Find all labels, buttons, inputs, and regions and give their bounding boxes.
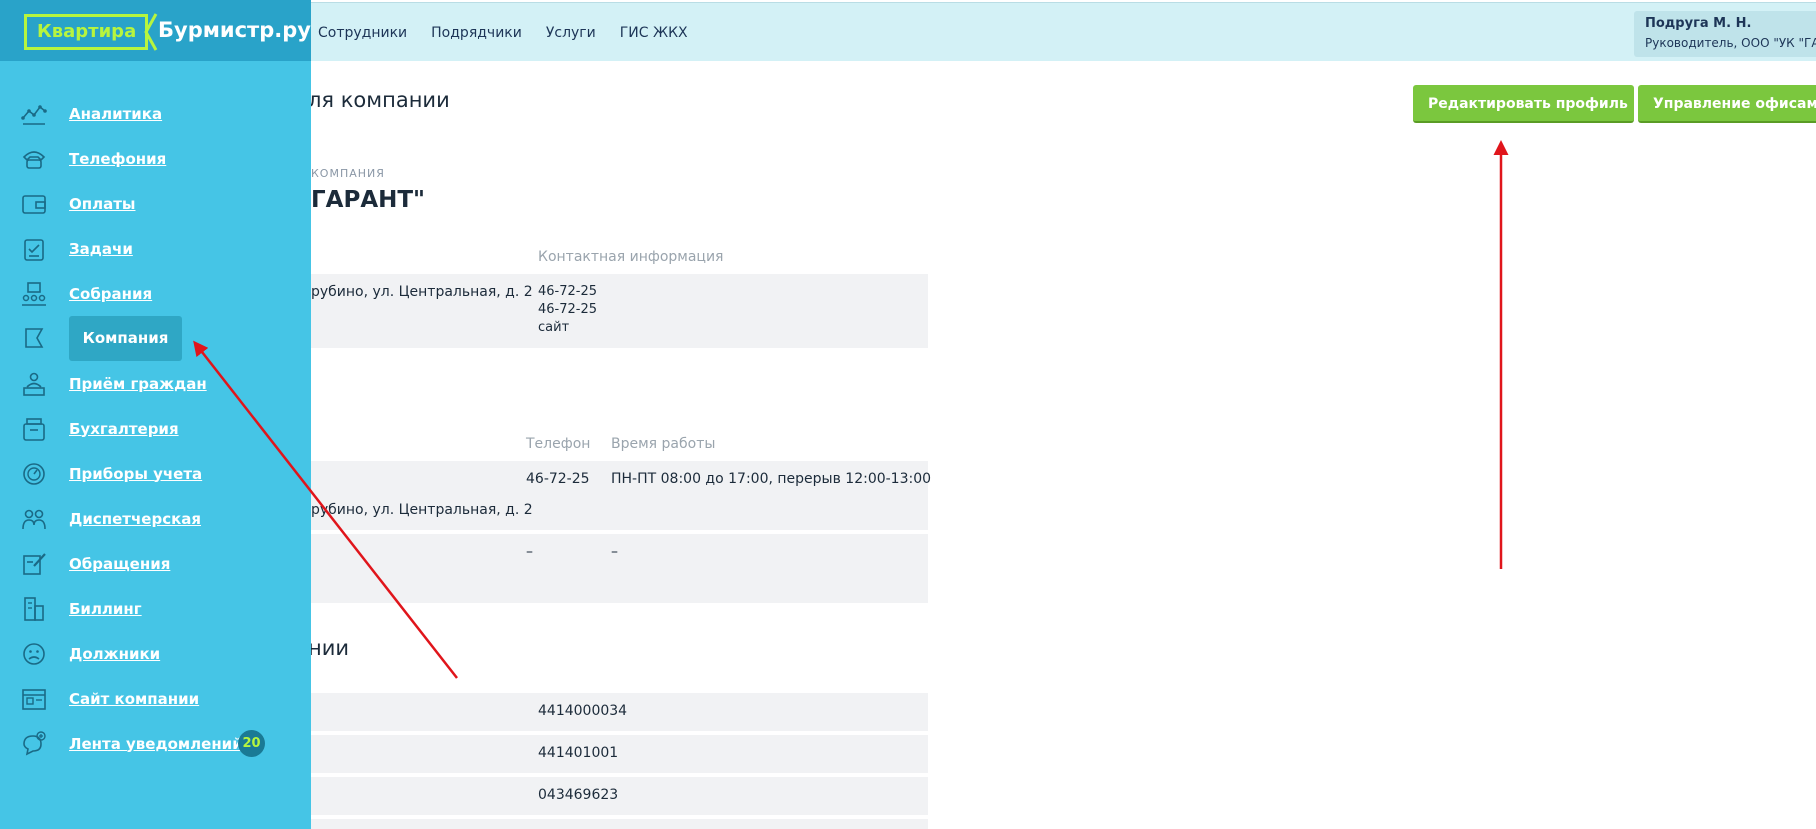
contacts-address: рубино, ул. Центральная, д. 2 xyxy=(311,284,533,300)
sidebar-item-accounting[interactable]: Бухгалтерия xyxy=(0,406,311,451)
offices-phone-header: Телефон xyxy=(526,436,591,452)
sidebar-item-label: Обращения xyxy=(69,554,171,573)
sidebar-item-label: Приборы учета xyxy=(69,464,203,483)
meter-icon xyxy=(23,462,45,485)
sidebar-item-website[interactable]: Сайт компании xyxy=(0,676,311,721)
debtors-icon xyxy=(23,642,45,665)
logo-chevron-icon xyxy=(144,13,158,51)
sidebar-item-label: Биллинг xyxy=(69,599,142,618)
manage-offices-button[interactable]: Управление офисами xyxy=(1638,85,1816,123)
sidebar-item-meetings[interactable]: Собрания xyxy=(0,271,311,316)
company-name: ГАРАНТ" xyxy=(311,187,426,213)
sidebar-item-label: Собрания xyxy=(69,284,153,303)
sidebar-item-label: Диспетчерская xyxy=(69,509,202,528)
page-title: ля компании xyxy=(308,88,450,112)
edit-profile-button[interactable]: Редактировать профиль xyxy=(1413,85,1634,123)
sidebar-item-label: Задачи xyxy=(69,239,133,258)
contacts-column-header: Контактная информация xyxy=(538,249,724,265)
contacts-phone-1: 46-72-25 xyxy=(538,284,598,299)
sidebar-item-label: Бухгалтерия xyxy=(69,419,179,438)
sidebar-item-payments[interactable]: Оплаты xyxy=(0,181,311,226)
sidebar-item-label: Компания xyxy=(69,316,182,361)
topnav-gis[interactable]: ГИС ЖКХ xyxy=(620,25,688,41)
website-icon xyxy=(22,688,46,710)
notification-count-badge: 20 xyxy=(238,730,265,757)
company-label: КОМПАНИЯ xyxy=(311,167,385,180)
logo[interactable]: Квартира Бурмистр.ру xyxy=(0,0,311,61)
sidebar-item-label: Оплаты xyxy=(69,194,136,213)
offices-hours-header: Время работы xyxy=(611,436,716,452)
sidebar-item-analytics[interactable]: Аналитика xyxy=(0,91,311,136)
billing-icon xyxy=(24,596,44,621)
sidebar-item-label: Должники xyxy=(69,644,161,663)
sidebar-item-reception[interactable]: Приём граждан xyxy=(0,361,311,406)
phone-icon xyxy=(22,150,46,169)
user-role: Руководитель, ООО "УК "ГАРАНТ" xyxy=(1645,36,1816,50)
notifications-icon xyxy=(23,730,46,755)
sidebar-item-label: Телефония xyxy=(69,149,167,168)
requisite-value: 043469623 xyxy=(538,787,619,803)
logo-text: Бурмистр.ру xyxy=(158,18,311,42)
requests-icon xyxy=(23,552,46,575)
dispatch-icon xyxy=(22,509,46,529)
sidebar-item-tasks[interactable]: Задачи xyxy=(0,226,311,271)
logo-badge: Квартира xyxy=(24,14,148,50)
user-menu[interactable]: Подруга М. Н. Руководитель, ООО "УК "ГАР… xyxy=(1634,11,1816,57)
sidebar-item-telephony[interactable]: Телефония xyxy=(0,136,311,181)
office-hours: – xyxy=(611,544,618,560)
sidebar-item-label: Лента уведомлений xyxy=(69,734,243,753)
sidebar-item-requests[interactable]: Обращения xyxy=(0,541,311,586)
sidebar: Квартира Бурмистр.ру Аналитика Телефония xyxy=(0,0,311,829)
requisites-title: нии xyxy=(308,636,350,660)
topnav-services[interactable]: Услуги xyxy=(546,25,596,41)
tasks-icon xyxy=(24,238,44,261)
sidebar-item-meters[interactable]: Приборы учета xyxy=(0,451,311,496)
contacts-phone-2: 46-72-25 xyxy=(538,302,598,317)
top-nav: Сотрудники Подрядчики Услуги ГИС ЖКХ xyxy=(318,3,688,62)
user-name: Подруга М. Н. xyxy=(1645,16,1752,31)
requisite-row xyxy=(311,735,928,773)
requisite-row xyxy=(311,819,928,829)
flag-icon xyxy=(25,327,44,348)
accounting-icon xyxy=(23,417,45,441)
contacts-site[interactable]: сайт xyxy=(538,320,569,335)
office-phone: – xyxy=(526,544,533,560)
office-phone: 46-72-25 xyxy=(526,471,590,487)
reception-icon xyxy=(23,372,45,396)
sidebar-item-label: Приём граждан xyxy=(69,374,207,393)
sidebar-item-dispatch[interactable]: Диспетчерская xyxy=(0,496,311,541)
topnav-contractors[interactable]: Подрядчики xyxy=(431,25,522,41)
sidebar-item-notifications[interactable]: Лента уведомлений 20 xyxy=(0,721,311,766)
topnav-employees[interactable]: Сотрудники xyxy=(318,25,407,41)
office-row xyxy=(311,534,928,603)
analytics-icon xyxy=(21,104,47,125)
requisite-value: 4414000034 xyxy=(538,703,628,719)
requisite-row xyxy=(311,777,928,815)
wallet-icon xyxy=(22,194,46,214)
sidebar-item-label: Аналитика xyxy=(69,104,163,123)
sidebar-item-billing[interactable]: Биллинг xyxy=(0,586,311,631)
sidebar-item-company[interactable]: Компания xyxy=(0,316,311,361)
sidebar-item-debtors[interactable]: Должники xyxy=(0,631,311,676)
office-hours: ПН-ПТ 08:00 до 17:00, перерыв 12:00-13:0… xyxy=(611,471,932,487)
office-address: рубино, ул. Центральная, д. 2 xyxy=(311,502,533,518)
sidebar-item-label: Сайт компании xyxy=(69,689,200,708)
meetings-icon xyxy=(22,281,46,306)
requisite-value: 441401001 xyxy=(538,745,619,761)
